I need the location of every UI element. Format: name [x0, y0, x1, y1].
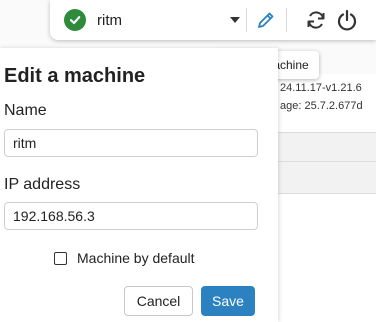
default-machine-checkbox[interactable]	[54, 251, 67, 265]
machine-selector[interactable]: ritm	[64, 8, 240, 32]
edit-machine-button[interactable]	[254, 8, 278, 32]
check-circle-icon	[64, 9, 86, 31]
version-text: 24.11.17-v1.21.6	[280, 82, 362, 94]
cancel-button[interactable]: Cancel	[124, 286, 193, 316]
toolbar-divider	[286, 8, 287, 32]
table-header-band	[278, 132, 376, 194]
default-machine-option[interactable]: Machine by default	[54, 250, 195, 266]
ip-address-label: IP address	[4, 176, 81, 193]
default-machine-label: Machine by default	[77, 250, 195, 266]
machine-name: ritm	[97, 11, 122, 29]
name-input[interactable]	[4, 129, 258, 157]
refresh-icon	[307, 11, 325, 29]
edit-machine-panel: Edit a machine Name IP address Machine b…	[0, 48, 278, 322]
toolbar-divider	[246, 8, 247, 32]
power-icon	[337, 9, 357, 31]
divider	[278, 161, 376, 162]
power-button[interactable]	[335, 8, 359, 32]
refresh-button[interactable]	[304, 8, 328, 32]
pencil-icon	[258, 12, 274, 28]
panel-title: Edit a machine	[4, 65, 146, 87]
image-text: age: 25.7.2.677d	[280, 100, 363, 112]
top-toolbar: ritm	[50, 0, 376, 40]
ip-address-input[interactable]	[4, 202, 258, 230]
save-button[interactable]: Save	[201, 286, 255, 316]
chevron-down-icon[interactable]	[230, 17, 240, 23]
name-label: Name	[4, 102, 47, 119]
